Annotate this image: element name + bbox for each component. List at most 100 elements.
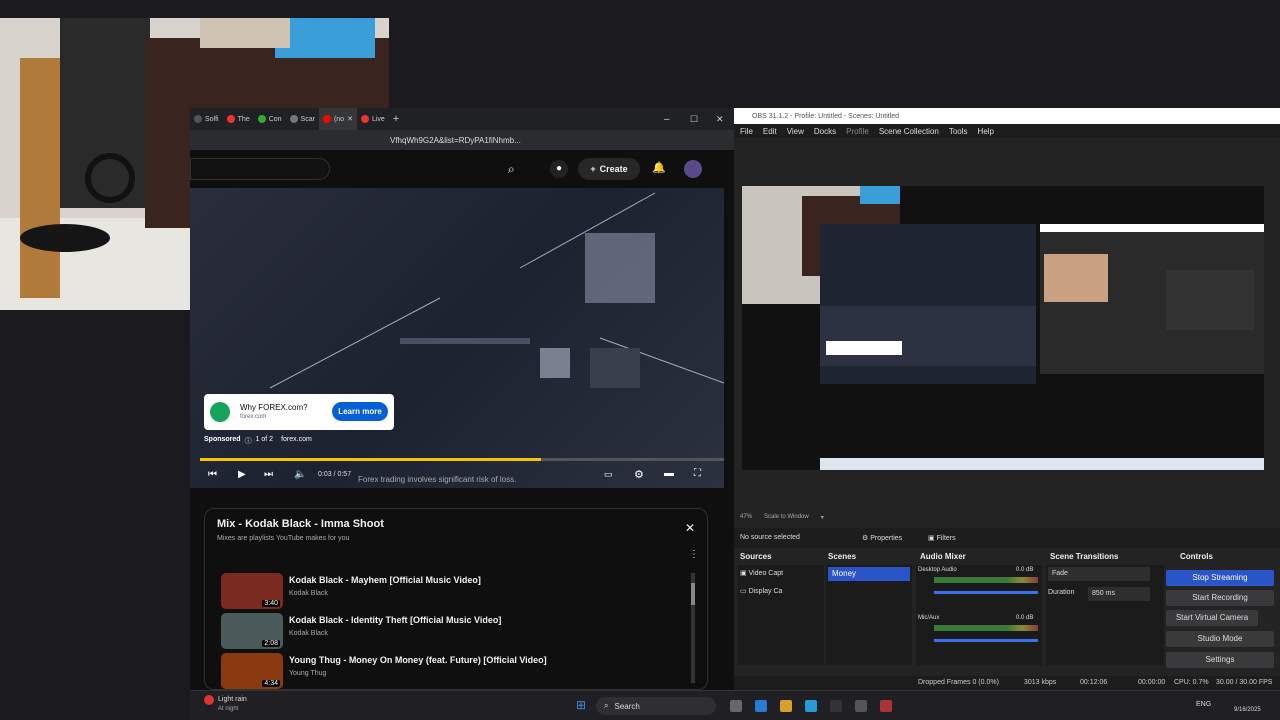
scenes-dock-title: Scenes [828, 552, 857, 561]
info-icon[interactable]: ⓘ [245, 436, 252, 446]
duration-badge: 4:34 [262, 680, 280, 687]
address-bar[interactable]: VfhqWh9G2A&list=RDyPA1fiNhmb... [190, 130, 734, 150]
chrome-icon[interactable] [780, 700, 792, 712]
close-tab-icon[interactable]: ✕ [347, 115, 353, 123]
player-controls: ⏮ ▶ ⏭ 🔈 0:03 / 0:57 Forex trading involv… [190, 461, 724, 489]
tab-favicon-icon [289, 115, 298, 123]
volume-icon[interactable]: 🔈 [294, 469, 306, 480]
browser-tab-active[interactable]: (no ✕ [318, 108, 357, 130]
notifications-bell-icon[interactable]: 🔔 [652, 161, 666, 174]
video-thumbnail: 2:08 [221, 613, 283, 649]
start-recording-button[interactable]: Start Recording [1166, 590, 1274, 606]
video-thumbnail: 4:34 [221, 653, 283, 689]
menu-tools[interactable]: Tools [949, 127, 968, 136]
obs-preview-canvas[interactable] [742, 186, 1264, 470]
zoom-level[interactable]: 47% [740, 514, 752, 521]
app-icon[interactable] [855, 700, 867, 712]
playlist-subtitle: Mixes are playlists YouTube makes for yo… [217, 535, 350, 542]
microphone-icon[interactable]: ● [550, 160, 568, 178]
subtitles-icon[interactable]: ▭ [604, 469, 613, 480]
filters-button[interactable]: ▣ Filters [928, 534, 956, 542]
minimize-icon[interactable]: – [664, 114, 670, 125]
browser-tab[interactable]: Con [254, 108, 286, 130]
app-icon[interactable] [755, 700, 767, 712]
obs-icon[interactable] [830, 700, 842, 712]
playlist-item[interactable]: 4:34 Young Thug - Money On Money (feat. … [221, 653, 547, 689]
browser-tab[interactable]: Scar [286, 108, 319, 130]
studio-mode-button[interactable]: Studio Mode [1166, 631, 1274, 647]
menu-help[interactable]: Help [978, 127, 994, 136]
menu-view[interactable]: View [787, 127, 804, 136]
close-window-icon[interactable]: ✕ [716, 114, 724, 125]
tab-label: Scar [300, 115, 315, 123]
stop-streaming-button[interactable]: Stop Streaming [1166, 570, 1274, 586]
scene-item[interactable]: Money [828, 567, 910, 581]
task-view-icon[interactable] [730, 700, 742, 712]
playlist-item[interactable]: 2:08 Kodak Black - Identity Theft [Offic… [221, 613, 501, 651]
mic-volume-slider[interactable] [934, 639, 1038, 642]
ad-card[interactable]: Why FOREX.com? forex.com Learn more [204, 394, 394, 430]
more-options-icon[interactable]: ⋮ [689, 549, 699, 560]
mic-audio-label: Mic/Aux [918, 615, 940, 621]
playlist-panel: Mix - Kodak Black - Imma Shoot Mixes are… [204, 508, 708, 690]
avatar[interactable] [684, 160, 702, 178]
menu-docks[interactable]: Docks [814, 127, 836, 136]
channel-name: Kodak Black [289, 590, 328, 597]
settings-button[interactable]: Settings [1166, 652, 1274, 668]
create-button[interactable]: + Create [578, 158, 640, 180]
windows-start-icon[interactable]: ⊞ [576, 698, 586, 712]
mic-audio-meter [934, 625, 1038, 631]
taskbar-search[interactable]: ⌕ Search [596, 697, 716, 715]
source-item[interactable]: ▭ Display Ca [740, 587, 782, 595]
browser-tab[interactable]: Live [357, 108, 389, 130]
search-input[interactable] [190, 158, 330, 180]
new-tab-icon[interactable]: + [393, 113, 399, 125]
start-virtual-camera-button[interactable]: Start Virtual Camera [1166, 610, 1258, 626]
sponsored-label: Sponsored [204, 436, 241, 443]
search-icon[interactable]: ⌕ [508, 162, 515, 177]
weather-icon [204, 695, 214, 705]
weather-label[interactable]: Light rain [218, 696, 247, 703]
fullscreen-icon[interactable]: ⛶ [694, 468, 701, 479]
ad-title: Why FOREX.com? [240, 403, 308, 412]
menu-file[interactable]: File [740, 127, 753, 136]
learn-more-button[interactable]: Learn more [332, 402, 388, 421]
scale-to-window-select[interactable]: Scale to Window [764, 514, 809, 521]
menu-scene-collection[interactable]: Scene Collection [879, 127, 939, 136]
video-thumbnail: 3:40 [221, 573, 283, 609]
fps: 30.00 / 30.00 FPS [1216, 679, 1273, 686]
clock-date[interactable]: 9/16/2025 [1234, 707, 1261, 713]
scrollbar-thumb[interactable] [691, 583, 695, 605]
playlist-scrollbar[interactable] [691, 573, 695, 683]
transition-select[interactable]: Fade [1048, 567, 1150, 581]
settings-gear-icon[interactable]: ⚙ [634, 468, 644, 481]
language-indicator[interactable]: ENG [1196, 701, 1211, 708]
duration-input[interactable]: 850 ms [1088, 587, 1150, 601]
advertiser-link[interactable]: forex.com [281, 436, 312, 446]
desktop-volume-slider[interactable] [934, 591, 1038, 594]
duration-badge: 2:08 [262, 640, 280, 647]
obs-title-bar: OBS 31.1.2 - Profile: Untitled - Scenes:… [734, 108, 1280, 124]
obs-window: OBS 31.1.2 - Profile: Untitled - Scenes:… [734, 108, 1280, 690]
close-icon[interactable]: ✕ [685, 521, 695, 535]
browser-tab[interactable]: Solfi [190, 108, 223, 130]
chevron-down-icon[interactable]: ▾ [821, 514, 824, 521]
tab-label: The [237, 115, 250, 123]
play-icon[interactable]: ▶ [238, 469, 246, 480]
app-icon[interactable] [805, 700, 817, 712]
youtube-header: ⌕ ● + Create 🔔 [190, 150, 734, 188]
menu-profile[interactable]: Profile [846, 127, 869, 136]
browser-tab[interactable]: The [223, 108, 254, 130]
duration-badge: 3:40 [262, 600, 280, 607]
playlist-item[interactable]: 3:40 Kodak Black - Mayhem [Official Musi… [221, 573, 481, 611]
maximize-icon[interactable]: ☐ [690, 114, 698, 125]
scenes-dock: Money [826, 565, 912, 665]
theater-mode-icon[interactable]: ▬ [664, 468, 674, 479]
cpu-usage: CPU: 0.7% [1174, 679, 1209, 686]
properties-button[interactable]: ⚙ Properties [862, 534, 902, 542]
next-icon[interactable]: ⏭ [264, 469, 273, 480]
menu-edit[interactable]: Edit [763, 127, 777, 136]
app-icon[interactable] [880, 700, 892, 712]
previous-icon[interactable]: ⏮ [208, 469, 217, 480]
source-item[interactable]: ▣ Video Capt [740, 569, 783, 577]
